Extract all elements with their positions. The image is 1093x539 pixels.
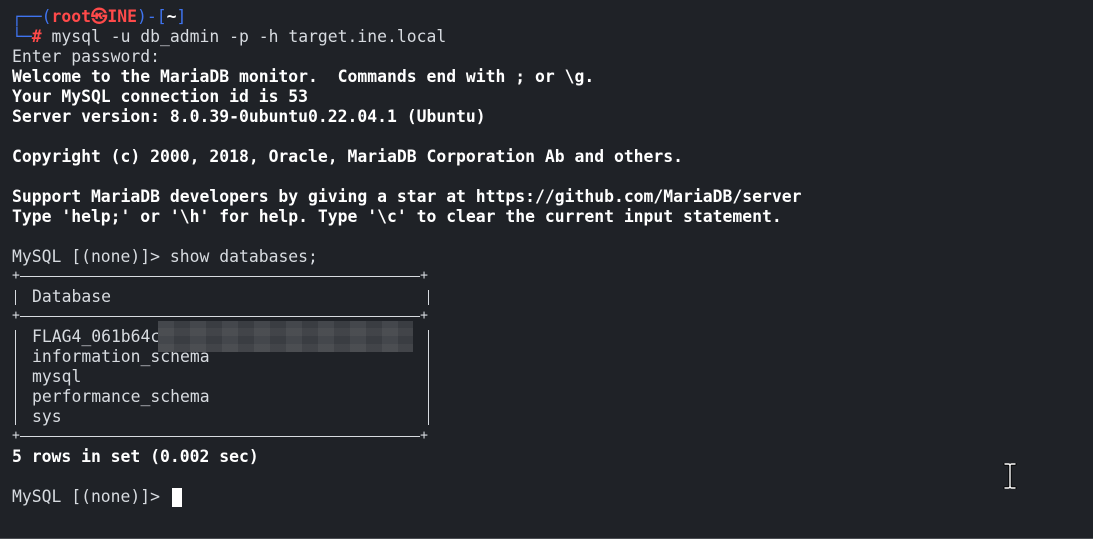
terminal-cursor[interactable] [172, 488, 182, 507]
enter-password-line: Enter password: [12, 47, 170, 66]
table-row: performance_schema [32, 387, 210, 406]
mysql-prompt: MySQL [(none)]> [12, 247, 170, 266]
table-row: sys [32, 407, 62, 426]
table-left-border [15, 290, 16, 305]
prompt-host: INE [107, 7, 137, 26]
connection-id-line: Your MySQL connection id is 53 [12, 87, 309, 106]
server-version-line: Server version: 8.0.39-0ubuntu0.22.04.1 … [12, 107, 486, 126]
query-line: MySQL [(none)]> show databases; [12, 247, 318, 267]
table-right-border [428, 290, 429, 305]
prompt-header-line: ┌──(root㉿INE)-[~] [12, 7, 186, 27]
table-left-border [15, 330, 16, 425]
command-line: └─# mysql -u db_admin -p -h target.ine.l… [12, 27, 446, 47]
table-row: FLAG4_061b64c [32, 327, 161, 346]
redaction-blur [158, 321, 413, 352]
welcome-line: Welcome to the MariaDB monitor. Commands… [12, 67, 595, 86]
copyright-line: Copyright (c) 2000, 2018, Oracle, MariaD… [12, 147, 684, 166]
prompt-frame-mid: )-[ [136, 7, 167, 26]
prompt-hash: # [31, 27, 42, 46]
prompt-user: root [51, 7, 91, 26]
prompt-frame-top: ┌──( [12, 7, 52, 26]
final-prompt: MySQL [(none)]> [12, 487, 170, 506]
prompt-frame-bottom: └─ [12, 27, 32, 46]
prompt-dir: ~ [166, 7, 177, 26]
help-line: Type 'help;' or '\h' for help. Type '\c'… [12, 207, 782, 226]
table-header-database: Database [32, 287, 111, 306]
support-line: Support MariaDB developers by giving a s… [12, 187, 802, 206]
prompt-at-symbol: ㉿ [90, 7, 108, 26]
mysql-command: mysql -u db_admin -p -h target.ine.local [41, 27, 447, 46]
table-right-border [428, 330, 429, 425]
terminal-window[interactable]: ┌──(root㉿INE)-[~] └─# mysql -u db_admin … [0, 0, 1093, 539]
rows-in-set-line: 5 rows in set (0.002 sec) [12, 447, 259, 466]
query-command: show databases; [169, 247, 318, 266]
text-cursor-icon [1003, 463, 1017, 489]
prompt-frame-end: ] [176, 7, 187, 26]
table-row: mysql [32, 367, 82, 386]
